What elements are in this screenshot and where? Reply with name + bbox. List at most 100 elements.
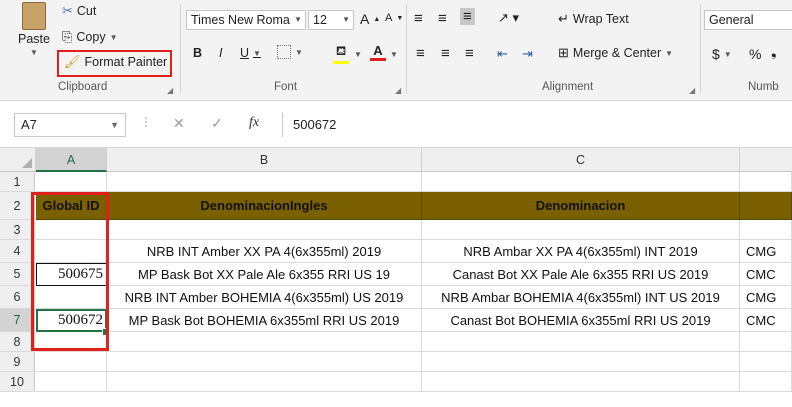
cell-denominacion[interactable]: Canast Bot XX Pale Ale 6x355 RRI US 2019 [422,263,740,286]
cell-d[interactable]: CMC [740,263,792,286]
paste-button[interactable]: Paste ▼ [18,2,50,57]
fill-handle[interactable] [102,328,110,336]
cell[interactable] [107,332,422,352]
cell-denominacion-ingles[interactable]: MP Bask Bot BOHEMIA 6x355ml RRI US 2019 [107,309,422,332]
cell[interactable] [422,352,740,372]
font-size-select[interactable]: 12 ▼ [308,10,354,30]
currency-button[interactable]: $ ▼ [712,46,732,62]
percent-button[interactable]: % [749,46,761,62]
cell[interactable] [107,220,422,240]
underline-button[interactable]: U ▼ [240,46,261,60]
chevron-down-icon[interactable]: ▼ [390,50,398,59]
dialog-launcher-icon[interactable]: ◢ [167,86,173,95]
ribbon: Paste ▼ ✂ Cut ⎘ Copy ▼ 🖌 Format Painter … [0,0,792,101]
cell[interactable] [36,332,107,352]
cell-global-id[interactable]: 500672 [36,309,107,332]
cell-global-id[interactable] [36,286,107,309]
cancel-icon[interactable]: ✕ [173,115,185,132]
header-cell-d[interactable] [740,192,792,220]
cell[interactable] [107,372,422,392]
row-header[interactable]: 10 [0,372,35,392]
header-cell-denominacion-ingles[interactable]: DenominacionIngles [107,192,422,220]
row-header[interactable]: 4 [0,240,35,263]
header-cell-denominacion[interactable]: Denominacion [422,192,740,220]
cell-denominacion[interactable]: Canast Bot BOHEMIA 6x355ml RRI US 2019 [422,309,740,332]
cut-label: Cut [76,4,97,18]
cell[interactable] [36,372,107,392]
align-middle-icon[interactable]: ≡ [438,10,447,27]
copy-button[interactable]: ⎘ Copy ▼ [62,30,118,45]
row-header[interactable]: 7 [0,309,35,332]
cell[interactable] [422,220,740,240]
row-header[interactable]: 1 [0,172,35,192]
row-header[interactable]: 6 [0,286,35,309]
merge-center-button[interactable]: ⊞ Merge & Center ▼ [558,45,673,61]
cell-d[interactable]: CMG [740,286,792,309]
header-cell-global-id[interactable]: Global ID [36,192,107,220]
cell[interactable] [36,172,107,192]
cut-button[interactable]: ✂ Cut [62,4,97,19]
cell[interactable] [36,220,107,240]
borders-button[interactable]: ▼ [277,45,303,59]
font-color-button[interactable]: A [370,43,386,61]
paste-icon [21,2,46,30]
row-header[interactable]: 8 [0,332,35,352]
align-left-icon[interactable]: ≡ [416,45,425,62]
merge-cells-icon: ⊞ [558,45,569,60]
row-header[interactable]: 9 [0,352,35,372]
chevron-down-icon[interactable]: ▼ [354,50,362,59]
fill-color-button[interactable]: ⛾ [333,43,349,64]
name-box[interactable]: A7 ▼ [14,113,126,137]
cell-denominacion-ingles[interactable]: NRB INT Amber XX PA 4(6x355ml) 2019 [107,240,422,263]
cell[interactable] [740,332,792,352]
cell-global-id[interactable] [36,240,107,263]
shrink-font-button[interactable]: A ▼ [385,12,403,24]
alignment-group-label: Alignment [542,81,594,93]
align-center-icon[interactable]: ≡ [441,45,450,62]
merge-center-label: Merge & Center [572,46,662,60]
insert-function-icon[interactable]: fx [249,115,259,131]
cell-global-id[interactable]: 500675 [36,263,107,286]
align-top-icon[interactable]: ≡ [414,10,423,27]
cell[interactable] [422,372,740,392]
increase-indent-icon[interactable]: ⇥ [522,46,533,62]
bold-button[interactable]: B [193,46,202,60]
italic-button[interactable]: I [219,46,222,60]
cell-d[interactable]: CMG [740,240,792,263]
cell-denominacion-ingles[interactable]: MP Bask Bot XX Pale Ale 6x355 RRI US 19 [107,263,422,286]
cell-denominacion[interactable]: NRB Ambar BOHEMIA 4(6x355ml) INT US 2019 [422,286,740,309]
align-right-icon[interactable]: ≡ [465,45,474,62]
cell[interactable] [36,352,107,372]
column-header-a[interactable]: A [36,148,107,172]
select-all-corner[interactable] [0,148,36,172]
orientation-icon[interactable]: ↗ ▾ [498,10,519,26]
enter-icon[interactable]: ✓ [211,115,223,132]
column-header-c[interactable]: C [422,148,740,172]
cell[interactable] [422,332,740,352]
row-header[interactable]: 2 [0,192,35,220]
number-format-select[interactable]: General [704,10,792,30]
align-bottom-icon[interactable]: ≡ [460,8,475,25]
cell[interactable] [107,352,422,372]
formula-input[interactable]: 500672 [282,113,792,137]
cell-denominacion[interactable]: NRB Ambar XX PA 4(6x355ml) INT 2019 [422,240,740,263]
cell[interactable] [740,172,792,192]
cell[interactable] [740,372,792,392]
comma-button[interactable]: ❟ [771,43,777,60]
wrap-text-button[interactable]: ↵ Wrap Text [558,12,629,27]
cell-d[interactable]: CMC [740,309,792,332]
row-header[interactable]: 5 [0,263,35,286]
grow-font-button[interactable]: A ▲ [360,11,380,27]
dialog-launcher-icon[interactable]: ◢ [689,86,695,95]
dialog-launcher-icon[interactable]: ◢ [395,86,401,95]
cell[interactable] [107,172,422,192]
cell[interactable] [422,172,740,192]
decrease-indent-icon[interactable]: ⇤ [497,46,508,62]
cell[interactable] [740,352,792,372]
cell[interactable] [740,220,792,240]
cell-denominacion-ingles[interactable]: NRB INT Amber BOHEMIA 4(6x355ml) US 2019 [107,286,422,309]
font-name-select[interactable]: Times New Roma ▼ [186,10,306,30]
row-header[interactable]: 3 [0,220,35,240]
column-header-d[interactable] [740,148,792,172]
column-header-b[interactable]: B [107,148,422,172]
